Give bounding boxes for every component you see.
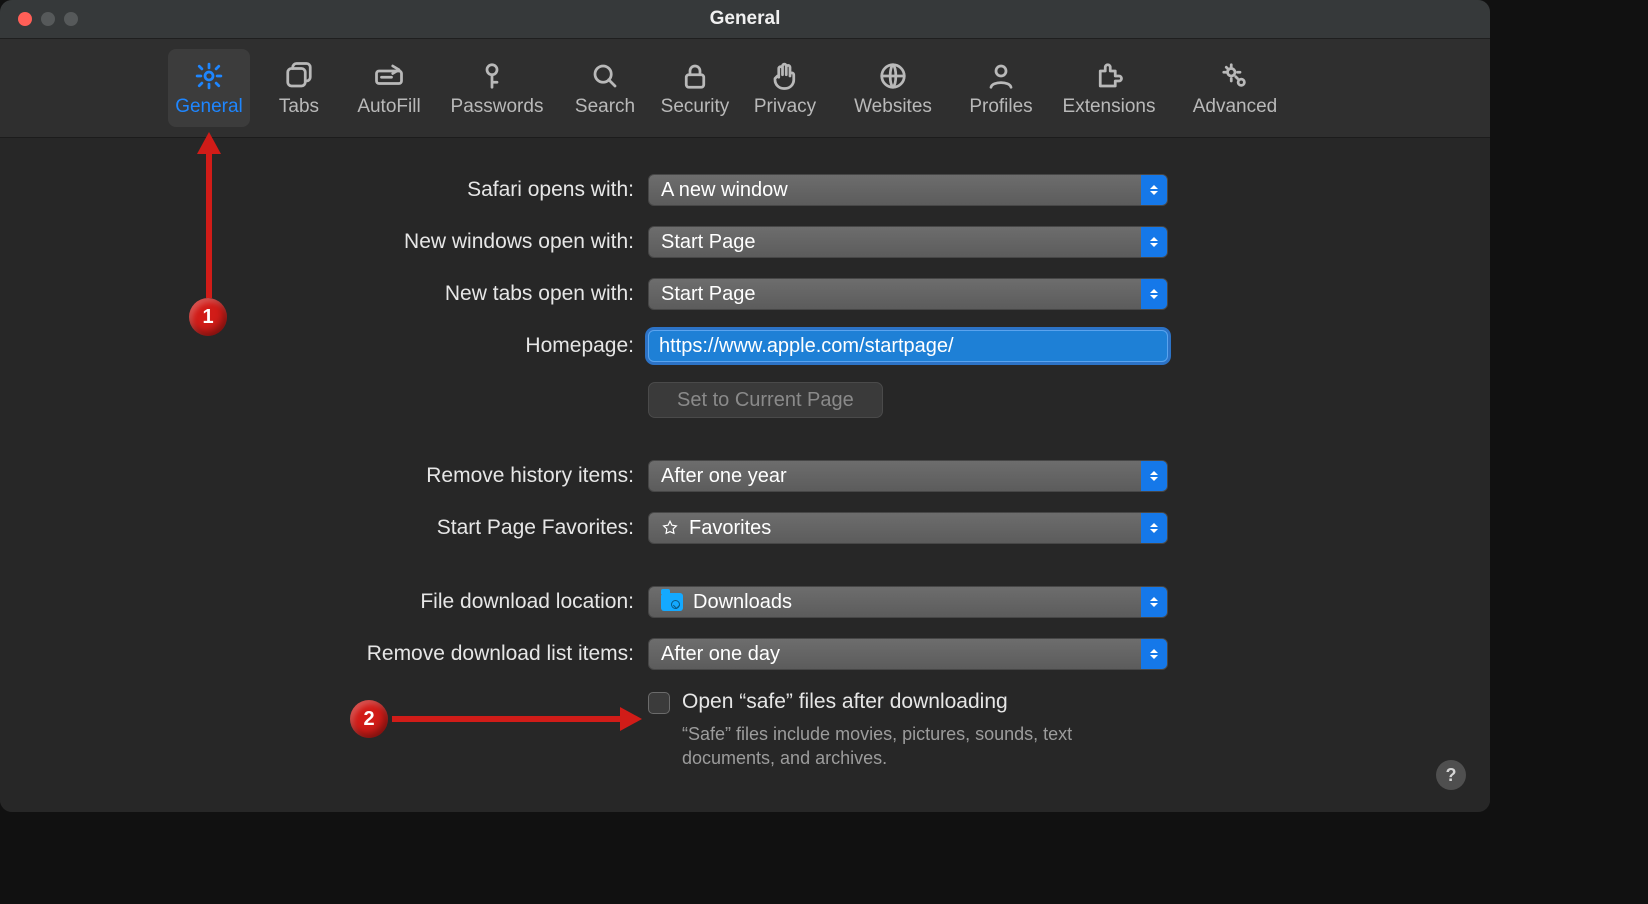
label-remove-history: Remove history items: <box>0 464 648 488</box>
tab-tabs[interactable]: Tabs <box>258 49 340 127</box>
select-start-page-favorites[interactable]: Favorites <box>648 512 1168 544</box>
help-button[interactable]: ? <box>1436 760 1466 790</box>
hand-icon <box>768 59 802 93</box>
updown-icon <box>1141 513 1167 543</box>
input-homepage[interactable] <box>648 330 1168 362</box>
window-controls <box>0 12 78 26</box>
tab-general[interactable]: General <box>168 49 250 127</box>
gear-icon <box>192 59 226 93</box>
label-favorites: Start Page Favorites: <box>0 516 648 540</box>
general-content: Safari opens with: A new window New wind… <box>0 138 1490 812</box>
label-homepage: Homepage: <box>0 334 648 358</box>
lock-icon <box>678 59 712 93</box>
tab-autofill[interactable]: AutoFill <box>348 49 430 127</box>
tab-label: Websites <box>854 96 932 118</box>
select-remove-download-list[interactable]: After one day <box>648 638 1168 670</box>
search-icon <box>588 59 622 93</box>
tab-advanced[interactable]: Advanced <box>1176 49 1294 127</box>
updown-icon <box>1141 587 1167 617</box>
tab-label: Extensions <box>1063 96 1156 118</box>
updown-icon <box>1141 175 1167 205</box>
updown-icon <box>1141 227 1167 257</box>
star-icon <box>661 519 679 537</box>
select-remove-history[interactable]: After one year <box>648 460 1168 492</box>
set-to-current-page-button: Set to Current Page <box>648 382 883 418</box>
select-new-windows-open-with[interactable]: Start Page <box>648 226 1168 258</box>
autofill-icon <box>372 59 406 93</box>
zoom-window-button[interactable] <box>64 12 78 26</box>
preferences-window: General General Tabs AutoFill Passwo <box>0 0 1490 812</box>
tab-search[interactable]: Search <box>564 49 646 127</box>
close-window-button[interactable] <box>18 12 32 26</box>
gears-icon <box>1218 59 1252 93</box>
tab-privacy[interactable]: Privacy <box>744 49 826 127</box>
select-value: After one day <box>661 643 780 666</box>
label-safari-opens: Safari opens with: <box>0 178 648 202</box>
window-title: General <box>0 0 1490 38</box>
select-safari-opens-with[interactable]: A new window <box>648 174 1168 206</box>
tab-label: Privacy <box>754 96 816 118</box>
select-value: Start Page <box>661 283 756 306</box>
tab-passwords[interactable]: Passwords <box>438 49 556 127</box>
checkbox-open-safe-files[interactable] <box>648 692 670 714</box>
tab-security[interactable]: Security <box>654 49 736 127</box>
label-new-tabs: New tabs open with: <box>0 282 648 306</box>
tab-label: Search <box>575 96 635 118</box>
minimize-window-button[interactable] <box>41 12 55 26</box>
downloads-folder-icon <box>661 593 683 611</box>
label-download-location: File download location: <box>0 590 648 614</box>
updown-icon <box>1141 639 1167 669</box>
tabs-icon <box>282 59 316 93</box>
select-download-location[interactable]: Downloads <box>648 586 1168 618</box>
settings-toolbar: General Tabs AutoFill Passwords Search <box>0 39 1490 138</box>
checkbox-label: Open “safe” files after downloading <box>682 690 1142 714</box>
select-value: A new window <box>661 179 788 202</box>
updown-icon <box>1141 279 1167 309</box>
tab-extensions[interactable]: Extensions <box>1050 49 1168 127</box>
tab-label: General <box>175 96 243 118</box>
tab-websites[interactable]: Websites <box>834 49 952 127</box>
tab-label: Passwords <box>451 96 544 118</box>
tab-label: Security <box>661 96 730 118</box>
select-new-tabs-open-with[interactable]: Start Page <box>648 278 1168 310</box>
updown-icon <box>1141 461 1167 491</box>
select-value: Downloads <box>693 591 792 614</box>
tab-label: Advanced <box>1193 96 1278 118</box>
globe-icon <box>876 59 910 93</box>
key-icon <box>480 59 514 93</box>
tab-profiles[interactable]: Profiles <box>960 49 1042 127</box>
select-value: After one year <box>661 465 787 488</box>
label-remove-downloads: Remove download list items: <box>0 642 648 666</box>
tab-label: Tabs <box>279 96 319 118</box>
label-new-windows: New windows open with: <box>0 230 648 254</box>
safe-files-description: “Safe” files include movies, pictures, s… <box>682 722 1142 771</box>
person-icon <box>984 59 1018 93</box>
select-value: Favorites <box>689 517 771 540</box>
select-value: Start Page <box>661 231 756 254</box>
tab-label: Profiles <box>969 96 1032 118</box>
titlebar: General <box>0 0 1490 39</box>
tab-label: AutoFill <box>357 96 420 118</box>
puzzle-icon <box>1092 59 1126 93</box>
